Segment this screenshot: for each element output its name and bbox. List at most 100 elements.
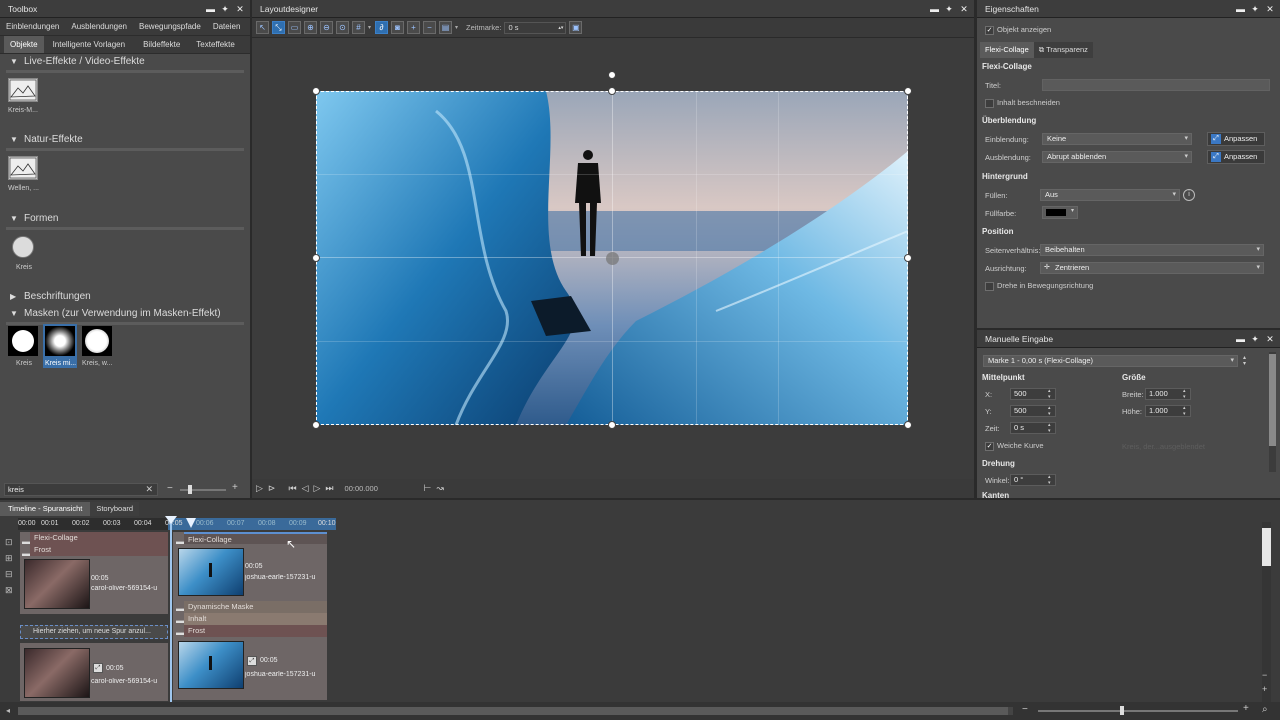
scrollbar-thumb[interactable]: [1269, 354, 1276, 446]
step-forward-icon[interactable]: ▷: [314, 483, 321, 494]
frost-label-left[interactable]: Frost: [30, 544, 168, 556]
vscroll-thumb[interactable]: [1262, 528, 1271, 566]
drehe-row[interactable]: Drehe in Bewegungsrichtung: [985, 281, 1093, 291]
search-input[interactable]: kreis: [8, 485, 24, 494]
collapse-icon[interactable]: ▬: [176, 604, 184, 613]
zoom-fit-icon[interactable]: ⊙: [336, 21, 349, 34]
timeline-tool-icon[interactable]: ▭: [288, 21, 301, 34]
collapse-icon[interactable]: ▬: [176, 628, 184, 637]
play-from-icon[interactable]: ⊳: [268, 483, 276, 494]
zeit-input[interactable]: 0 s: [1010, 422, 1056, 434]
seitenverhaeltnis-select[interactable]: Beibehalten: [1040, 244, 1264, 256]
effect-icon[interactable]: ⤢: [93, 663, 103, 673]
winkel-input[interactable]: 0 °: [1010, 474, 1056, 486]
close-icon[interactable]: ✕: [236, 0, 244, 18]
pin-icon[interactable]: ✦: [221, 0, 229, 18]
dropdown-arrow-icon[interactable]: ▾: [455, 24, 459, 31]
camera-icon[interactable]: ◙: [391, 21, 404, 34]
zoom-in-icon[interactable]: +: [1243, 703, 1249, 714]
fuellen-select[interactable]: Aus: [1040, 189, 1180, 201]
tab-timeline-spuransicht[interactable]: Timeline - Spuransicht: [0, 502, 91, 516]
lock-icon[interactable]: ⊞: [5, 550, 19, 566]
mask-kreis-weich-thumb[interactable]: [82, 326, 112, 356]
checkbox-icon[interactable]: [985, 98, 994, 108]
y-input[interactable]: 500: [1010, 405, 1056, 417]
minimize-icon[interactable]: ▬: [930, 0, 939, 18]
scroll-left-icon[interactable]: ◂: [6, 706, 10, 715]
inhalt-beschneiden-row[interactable]: Inhalt beschneiden: [985, 98, 1060, 108]
link-icon[interactable]: ∂: [375, 21, 388, 34]
minimize-icon[interactable]: ▬: [206, 0, 215, 18]
zoom-out-icon[interactable]: −: [167, 483, 173, 494]
fuellfarbe-picker[interactable]: ▾: [1042, 206, 1078, 219]
tab-ausblendungen[interactable]: Ausblendungen: [65, 18, 133, 35]
breite-input[interactable]: 1.000: [1145, 388, 1191, 400]
tab-bildeffekte[interactable]: Bildeffekte: [134, 36, 189, 53]
circle-shape-thumb[interactable]: [12, 236, 34, 258]
spinner-icon[interactable]: ▴▾: [558, 23, 563, 33]
zeitmarke-input[interactable]: 0 s ▴▾: [504, 21, 567, 34]
split-icon[interactable]: ⊠: [5, 582, 19, 598]
size-slider-handle[interactable]: [188, 485, 192, 494]
grid-icon[interactable]: #: [352, 21, 365, 34]
dropdown-arrow-icon[interactable]: ▾: [368, 24, 372, 31]
size-slider[interactable]: [180, 489, 226, 491]
collapse-icon[interactable]: ▬: [22, 549, 30, 558]
zoom-minus-icon[interactable]: −: [1262, 670, 1267, 680]
minimize-icon[interactable]: ▬: [1236, 0, 1245, 18]
zoom-plus-icon[interactable]: +: [1262, 684, 1267, 694]
resize-handle-t[interactable]: [608, 87, 616, 95]
zoom-in-icon[interactable]: ⊕: [304, 21, 317, 34]
clip-thumbnail-ice[interactable]: [178, 548, 244, 596]
tab-texteffekte[interactable]: Texteffekte: [189, 36, 242, 53]
play-icon[interactable]: ▷: [256, 483, 263, 494]
collapse-icon[interactable]: ▬: [176, 616, 184, 625]
tab-transparenz[interactable]: ⧉ Transparenz: [1033, 42, 1093, 58]
inhalt-label[interactable]: Inhalt: [184, 613, 327, 625]
tab-bewegungspfade[interactable]: Bewegungspfade: [133, 18, 207, 35]
select-tool-icon[interactable]: ↖: [256, 21, 269, 34]
checkbox-checked-icon[interactable]: ✓: [985, 25, 994, 35]
hscroll-thumb[interactable]: [18, 707, 1008, 715]
checkbox-icon[interactable]: [985, 281, 994, 291]
resize-handle-tr[interactable]: [904, 87, 912, 95]
next-marker-icon[interactable]: ⏭: [325, 483, 333, 494]
ausblendung-select[interactable]: Abrupt abblenden: [1042, 151, 1192, 163]
center-point-handle[interactable]: [606, 252, 619, 265]
pin-icon[interactable]: ✦: [945, 0, 953, 18]
magnet-icon[interactable]: ⊡: [5, 534, 19, 550]
drop-new-track-zone[interactable]: Hierher ziehen, um neue Spur anzul...: [20, 625, 168, 639]
mask-kreis-thumb[interactable]: [8, 326, 38, 356]
collapse-icon[interactable]: ▬: [22, 537, 30, 546]
frost-label-right[interactable]: Frost: [184, 625, 327, 637]
resize-handle-r[interactable]: [904, 254, 912, 262]
remove-marker-icon[interactable]: −: [423, 21, 436, 34]
pin-icon[interactable]: ✦: [1251, 330, 1259, 348]
einblendung-anpassen-button[interactable]: ⤢ Anpassen: [1207, 132, 1265, 146]
path-tool-icon[interactable]: ⤡: [272, 21, 285, 34]
marker-spinner-icon[interactable]: ▴ ▾: [1243, 355, 1253, 367]
tab-dateien[interactable]: Dateien: [207, 18, 247, 35]
zoom-slider-handle[interactable]: [1120, 706, 1124, 715]
clip-thumbnail-ice[interactable]: [178, 641, 244, 689]
zoom-out-icon[interactable]: ⊖: [320, 21, 333, 34]
effect-icon[interactable]: ⤢: [247, 656, 257, 666]
tab-intelligente-vorlagen[interactable]: Intelligente Vorlagen: [44, 36, 135, 53]
collapse-icon[interactable]: ▬: [176, 537, 184, 546]
timeline-hscroll[interactable]: [18, 707, 1013, 715]
resize-handle-br[interactable]: [904, 421, 912, 429]
checkbox-checked-icon[interactable]: ✓: [985, 441, 994, 451]
add-marker-icon[interactable]: +: [407, 21, 420, 34]
resize-handle-bl[interactable]: [312, 421, 320, 429]
tab-objekte[interactable]: Objekte: [4, 36, 44, 53]
close-icon[interactable]: ✕: [1266, 0, 1274, 18]
section-beschriftungen-head[interactable]: ▶ Beschriftungen: [0, 289, 250, 305]
live-effect-thumb[interactable]: [8, 78, 38, 102]
save-icon[interactable]: ▣: [569, 21, 583, 34]
info-icon[interactable]: i: [1183, 189, 1195, 201]
resize-handle-l[interactable]: [312, 254, 320, 262]
flexi-collage-label-left[interactable]: Flexi-Collage: [30, 532, 168, 544]
curve-icon[interactable]: ↝: [436, 483, 444, 494]
pin-icon[interactable]: ✦: [1251, 0, 1259, 18]
ausblendung-anpassen-button[interactable]: ⤢ Anpassen: [1207, 150, 1265, 164]
